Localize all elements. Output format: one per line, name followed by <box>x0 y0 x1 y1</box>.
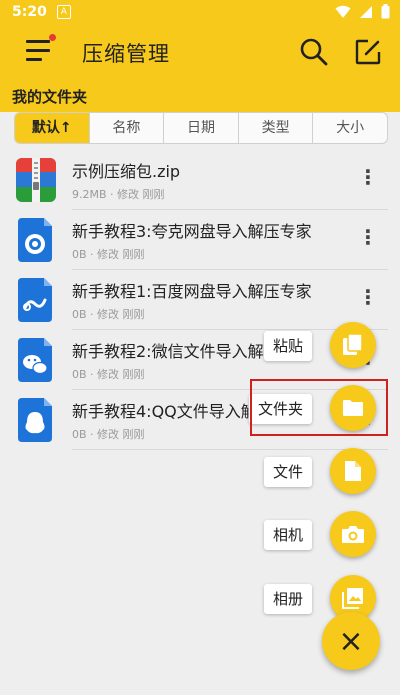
file-meta: 9.2MB · 修改 刚刚 <box>72 188 165 201</box>
file-name: 示例压缩包.zip <box>72 162 181 181</box>
quark-doc-icon <box>18 218 52 262</box>
more-options-icon[interactable]: ⋮ <box>358 227 378 252</box>
menu-icon-line <box>26 49 50 52</box>
sort-tab-name[interactable]: 名称 <box>90 113 165 143</box>
more-options-icon[interactable]: ⋮ <box>358 287 378 312</box>
list-item[interactable]: 新手教程1:百度网盘导入解压专家 0B · 修改 刚刚 ⋮ <box>0 270 400 330</box>
signal-icon <box>360 5 372 18</box>
menu-icon-line <box>26 58 42 61</box>
section-title: 我的文件夹 <box>12 88 88 106</box>
qq-doc-icon <box>18 398 52 442</box>
file-label[interactable]: 文件 <box>264 457 313 487</box>
baidu-doc-icon <box>18 278 52 322</box>
fab-close-button[interactable]: × <box>322 612 380 670</box>
app-bar: 压缩管理 <box>0 24 400 80</box>
album-label[interactable]: 相册 <box>264 584 313 614</box>
wifi-icon <box>335 5 351 18</box>
section-header: 我的文件夹 <box>0 80 400 112</box>
notification-icon: A <box>56 5 71 19</box>
paste-button[interactable] <box>330 322 376 368</box>
wechat-doc-icon <box>18 338 52 382</box>
camera-label[interactable]: 相机 <box>264 520 313 550</box>
page-title: 压缩管理 <box>82 42 170 66</box>
file-meta: 0B · 修改 刚刚 <box>72 308 145 321</box>
divider <box>72 449 388 450</box>
list-item[interactable]: 新手教程3:夸克网盘导入解压专家 0B · 修改 刚刚 ⋮ <box>0 210 400 270</box>
list-item[interactable]: 示例压缩包.zip 9.2MB · 修改 刚刚 ⋮ <box>0 150 400 210</box>
search-icon <box>300 38 328 66</box>
more-options-icon[interactable]: ⋮ <box>358 167 378 192</box>
status-time: 5:20 <box>12 4 47 20</box>
search-button[interactable] <box>298 36 330 68</box>
menu-icon <box>26 40 50 43</box>
file-meta: 0B · 修改 刚刚 <box>72 428 145 441</box>
menu-button[interactable] <box>26 34 56 64</box>
sort-tab-date[interactable]: 日期 <box>164 113 239 143</box>
camera-icon <box>342 526 364 543</box>
file-meta: 0B · 修改 刚刚 <box>72 368 145 381</box>
sort-bar: 默认↑ 名称 日期 类型 大小 <box>14 112 388 144</box>
highlight-box <box>250 379 388 436</box>
file-button[interactable] <box>330 448 376 494</box>
file-name: 新手教程3:夸克网盘导入解压专家 <box>72 222 312 241</box>
edit-icon <box>355 39 381 65</box>
paste-icon <box>343 333 363 355</box>
file-name: 新手教程1:百度网盘导入解压专家 <box>72 282 312 301</box>
sort-tab-default[interactable]: 默认↑ <box>15 113 90 143</box>
sort-tab-size[interactable]: 大小 <box>313 113 387 143</box>
file-meta: 0B · 修改 刚刚 <box>72 248 145 261</box>
notification-dot <box>49 34 56 41</box>
status-bar: 5:20 A <box>0 0 400 24</box>
battery-icon <box>381 4 390 19</box>
file-icon <box>345 461 361 481</box>
paste-label[interactable]: 粘贴 <box>264 331 313 361</box>
album-icon <box>342 588 363 609</box>
edit-button[interactable] <box>352 36 384 68</box>
zip-archive-icon <box>16 158 56 202</box>
sort-tab-type[interactable]: 类型 <box>239 113 314 143</box>
status-indicators <box>335 4 390 19</box>
camera-button[interactable] <box>330 511 376 557</box>
